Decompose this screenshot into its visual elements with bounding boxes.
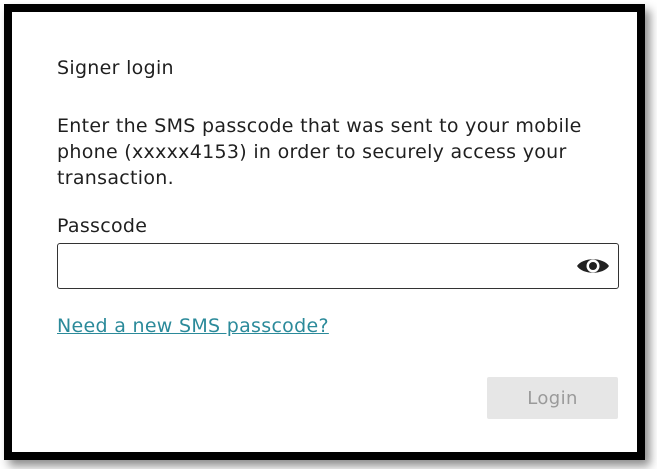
page-title: Signer login — [57, 57, 174, 79]
passcode-label: Passcode — [57, 215, 148, 237]
login-button[interactable]: Login — [487, 377, 618, 419]
new-sms-passcode-link[interactable]: Need a new SMS passcode? — [57, 315, 329, 337]
screenshot-frame: Signer login Enter the SMS passcode that… — [4, 4, 645, 460]
passcode-field — [57, 243, 619, 289]
instructions-text: Enter the SMS passcode that was sent to … — [57, 115, 582, 189]
signer-login-panel: Signer login Enter the SMS passcode that… — [24, 24, 625, 440]
passcode-input[interactable] — [58, 244, 558, 288]
eye-icon[interactable] — [574, 253, 612, 279]
eye-icon-graphic — [577, 259, 609, 273]
